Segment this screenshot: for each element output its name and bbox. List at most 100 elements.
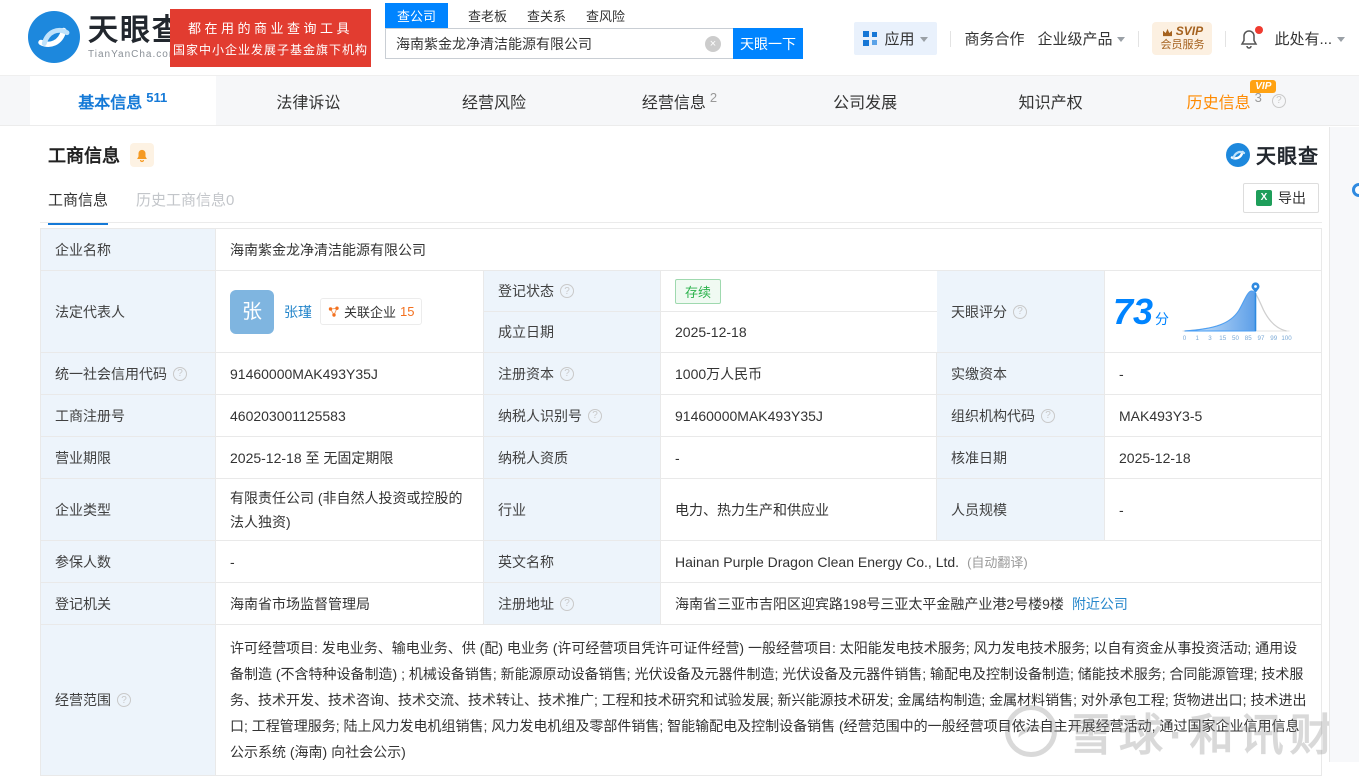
- divider: [40, 222, 1322, 223]
- tab-count: 2: [709, 90, 718, 105]
- brand-text: 天眼查: [1256, 146, 1319, 168]
- help-icon[interactable]: [588, 408, 602, 423]
- tab-legal-proceedings[interactable]: 法律诉讼: [216, 76, 402, 125]
- nav-account-menu[interactable]: 此处有...: [1274, 28, 1345, 49]
- tab-label: 历史信息: [1186, 94, 1251, 112]
- search-area: 查公司 查老板 查关系 查风险 天眼一下: [385, 3, 803, 59]
- divider: [950, 30, 952, 47]
- help-icon[interactable]: [1271, 93, 1286, 108]
- help-icon[interactable]: [560, 366, 574, 381]
- field-value-paid-capital: -: [1105, 353, 1321, 395]
- field-value-reg-address: 海南省三亚市吉阳区迎宾路198号三亚太平金融产业港2号楼9楼 附近公司: [661, 583, 1321, 625]
- related-count: 15: [400, 304, 415, 319]
- search-tab-boss[interactable]: 查老板: [468, 3, 507, 28]
- top-header: 天眼查 TianYanCha.com 都在用的商业查询工具 国家中小企业发展子基…: [0, 0, 1359, 76]
- tianyancha-logo[interactable]: 天眼查 TianYanCha.com: [28, 11, 184, 63]
- tab-label: 经营风险: [461, 94, 526, 112]
- help-icon[interactable]: [173, 366, 187, 381]
- tab-operating-risk[interactable]: 经营风险: [401, 76, 587, 125]
- field-value-approval-date: 2025-12-18: [1105, 437, 1321, 479]
- slogan-line2: 国家中小企业发展子基金旗下机构: [172, 43, 368, 57]
- svg-text:99: 99: [1270, 335, 1277, 342]
- notification-dot: [1255, 25, 1264, 34]
- help-icon[interactable]: [117, 693, 131, 707]
- slogan-banner: 都在用的商业查询工具 国家中小企业发展子基金旗下机构: [170, 9, 371, 67]
- help-icon[interactable]: [560, 284, 574, 298]
- field-value-business-scope: 许可经营项目: 发电业务、输电业务、供 (配) 电业务 (许可经营项目凭许可证件…: [216, 625, 1321, 775]
- main-content: 工商信息 天眼查 导出 工商信息 历史工商信息0 企业名称 海南紫金龙净清洁能源…: [30, 127, 1359, 776]
- subtabs: 工商信息 历史工商信息0: [48, 189, 234, 225]
- tab-label: 公司发展: [833, 94, 898, 112]
- monitor-bell-icon[interactable]: [130, 143, 154, 167]
- section-title: 工商信息: [48, 146, 120, 166]
- tab-business-info[interactable]: 经营信息 2: [587, 76, 773, 125]
- table-row: 法定代表人 张 张瑾 关联企业 15 登记状态 ? 存续 成立日期 2025-1…: [41, 271, 1321, 353]
- tab-basic-info[interactable]: 基本信息 511: [30, 76, 216, 125]
- table-subcolumn: 登记状态 存续 成立日期 2025-12-18: [484, 271, 937, 353]
- svip-membership-button[interactable]: SVIP 会员服务: [1152, 22, 1213, 55]
- tab-history-info[interactable]: 历史信息 3 VIP: [1143, 76, 1329, 125]
- enterprise-label: 企业级产品: [1037, 31, 1113, 48]
- svip-label: SVIP: [1175, 24, 1204, 39]
- field-label-taxpayer-quality: 纳税人资质: [484, 437, 661, 479]
- search-tab-risk[interactable]: 查风险: [586, 3, 625, 28]
- subtab-history-business-info[interactable]: 历史工商信息0: [136, 189, 234, 225]
- tab-intellectual-property[interactable]: 知识产权: [958, 76, 1144, 125]
- grid-icon: [863, 31, 878, 46]
- search-input[interactable]: [385, 28, 733, 59]
- apps-label: 应用: [884, 31, 915, 48]
- field-label-business-term: 营业期限: [41, 437, 216, 479]
- search-tab-company[interactable]: 查公司: [385, 3, 449, 28]
- field-value-english-name: Hainan Purple Dragon Clean Energy Co., L…: [661, 541, 1321, 583]
- field-value-tyc-score: 73 分 0 1 3 15 50 85 97 99 100: [1105, 271, 1321, 353]
- field-value-reg-status: 存续: [661, 271, 937, 312]
- chevron-down-icon: [1117, 37, 1126, 42]
- tab-company-development[interactable]: 公司发展: [772, 76, 958, 125]
- field-value-industry: 电力、热力生产和供应业: [661, 479, 937, 541]
- avatar[interactable]: 张: [230, 289, 274, 334]
- legal-rep-link[interactable]: 张瑾: [284, 302, 312, 322]
- tianyancha-brand-icon: [1226, 142, 1250, 167]
- score-unit: 分: [1155, 310, 1170, 327]
- svg-text:1: 1: [1196, 335, 1200, 342]
- divider: [1225, 30, 1227, 47]
- field-label-company-type: 企业类型: [41, 479, 216, 541]
- field-value-reg-number: 460203001125583: [216, 395, 484, 437]
- top-nav: 应用 商务合作 企业级产品 SVIP 会员服务 此处有...: [854, 22, 1345, 55]
- network-icon: [328, 306, 339, 317]
- field-label-english-name: 英文名称: [484, 541, 661, 583]
- field-label-tyc-score: 天眼评分: [937, 271, 1105, 353]
- notification-bell-icon[interactable]: [1239, 25, 1264, 50]
- svip-sublabel: 会员服务: [1160, 39, 1205, 52]
- help-icon[interactable]: [1013, 304, 1027, 319]
- search-button[interactable]: 天眼一下: [733, 28, 803, 59]
- field-value-taxpayer-id: 91460000MAK493Y35J: [661, 395, 937, 437]
- tab-label: 知识产权: [1018, 94, 1083, 112]
- subtab-business-info[interactable]: 工商信息: [48, 189, 109, 225]
- help-icon[interactable]: [1041, 408, 1055, 423]
- nav-enterprise[interactable]: 企业级产品: [1037, 28, 1126, 49]
- search-tab-relation[interactable]: 查关系: [527, 3, 566, 28]
- related-companies-badge[interactable]: 关联企业 15: [320, 298, 423, 325]
- tab-count: 511: [146, 90, 168, 105]
- svg-text:3: 3: [1208, 335, 1212, 342]
- field-label-est-date: 成立日期: [484, 312, 661, 353]
- nav-cooperation[interactable]: 商务合作: [964, 28, 1024, 49]
- nearby-companies-link[interactable]: 附近公司: [1072, 594, 1128, 614]
- chevron-down-icon: [1337, 37, 1345, 42]
- help-icon[interactable]: [560, 596, 574, 611]
- field-value-org-code: MAK493Y3-5: [1105, 395, 1321, 437]
- field-value-reg-authority: 海南省市场监督管理局: [216, 583, 484, 625]
- svg-text:0: 0: [1183, 335, 1187, 342]
- apps-menu[interactable]: 应用: [854, 22, 938, 55]
- clear-icon[interactable]: [705, 36, 721, 52]
- floating-widget[interactable]: [1352, 183, 1359, 197]
- company-tabs: 基本信息 511 法律诉讼 经营风险 经营信息 2 公司发展 知识产权 历史信息…: [0, 76, 1359, 126]
- tab-label: 法律诉讼: [276, 94, 341, 112]
- tab-label: 经营信息: [641, 94, 706, 112]
- export-button[interactable]: 导出: [1243, 183, 1319, 213]
- field-value-reg-capital: 1000万人民币: [661, 353, 937, 395]
- svg-text:100: 100: [1281, 335, 1292, 342]
- brand-watermark: 天眼查: [1226, 140, 1319, 169]
- svg-text:85: 85: [1245, 335, 1252, 342]
